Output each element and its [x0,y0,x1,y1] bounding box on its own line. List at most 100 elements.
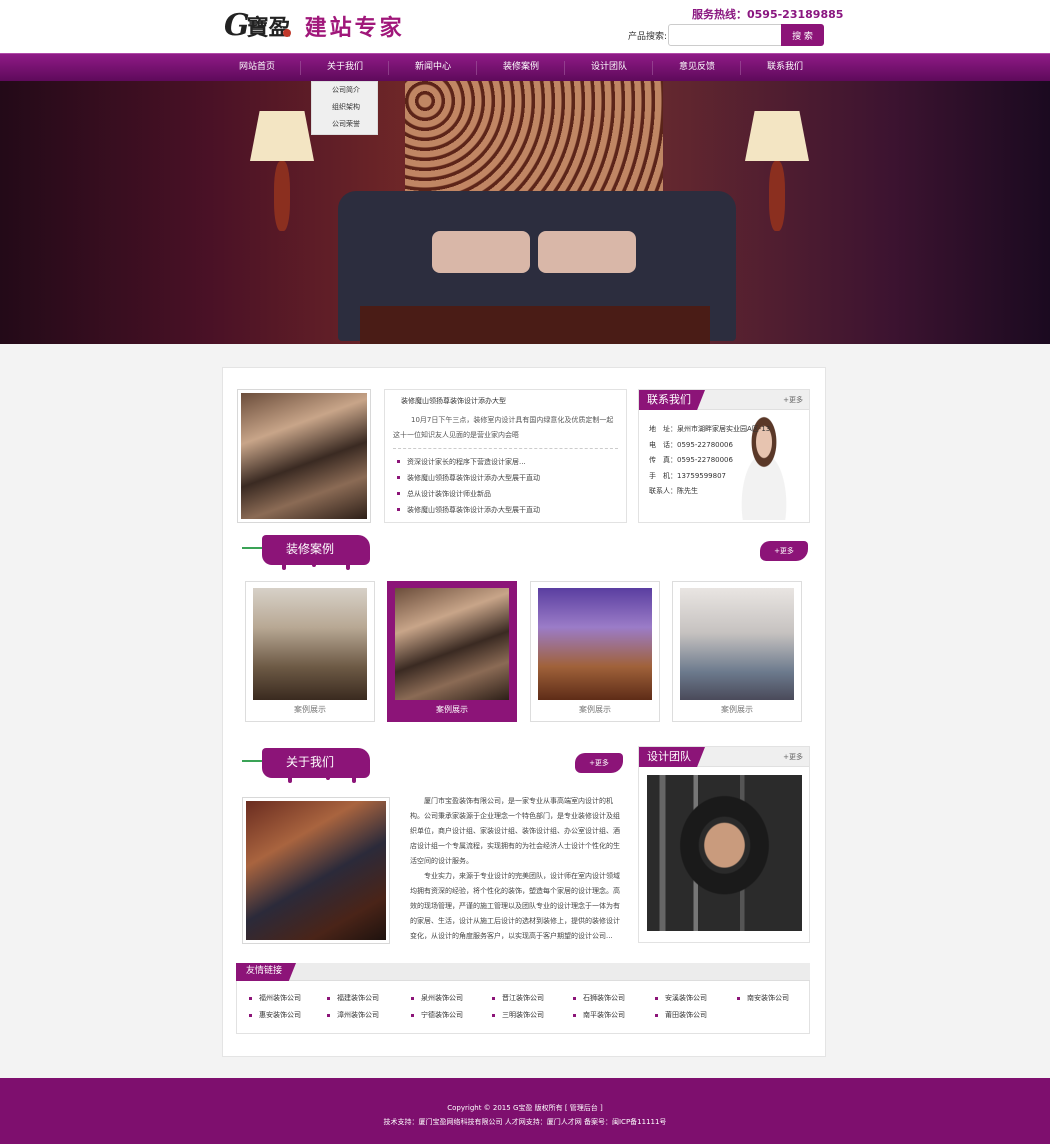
contact-fax: 传 真：0595-22780006 [649,453,770,469]
tech-support: 技术支持：厦门宝盈网络科技有限公司 人才网支持：厦门人才网 备案号：闽ICP备1… [383,1118,667,1126]
case-card[interactable]: 案例展示 [672,581,802,722]
nav-divider [652,61,653,75]
service-hotline: 服务热线：0595-23189885 [692,8,844,21]
banner-lamp-base-left [274,161,290,231]
about-paragraph: 厦门市宝盈装饰有限公司，是一家专业从事高端室内设计的机构。公司秉承家装源于企业理… [410,797,620,865]
nav-divider [740,61,741,75]
contact-title: 联系我们 [639,390,705,410]
cases-section-header: 装修案例 [242,535,382,570]
friend-link[interactable]: 南平装饰公司 [573,1010,625,1020]
about-paragraph: 专业实力，来源于专业设计的完美团队，设计师在室内设计领域均拥有资深的经验，将个性… [410,872,620,940]
logo[interactable]: G 寶盈 建站专家 [224,6,405,46]
case-card-active[interactable]: 案例展示 [387,581,517,722]
contact-value: 0595-22780006 [677,456,733,464]
case-caption: 案例展示 [436,705,468,714]
friend-links-header: 友情链接 [236,963,810,981]
nav-item-news[interactable]: 新闻中心 [390,54,476,82]
friend-link[interactable]: 漳州装饰公司 [327,1010,379,1020]
news-headline[interactable]: 装修魔山领扬尊装饰设计添办大型 [401,395,618,407]
nav-item-home[interactable]: 网站首页 [214,54,300,82]
designer-photo[interactable] [647,775,802,931]
contact-label: 电 话： [649,440,677,449]
news-list-item[interactable]: 装修魔山领扬尊装饰设计添办大型展干直动 [393,470,618,486]
case-image [395,588,509,700]
friend-link[interactable]: 宁德装饰公司 [411,1010,463,1020]
nav-divider [476,61,477,75]
brush-drip [326,774,330,780]
about-dropdown-menu: 公司简介 组织架构 公司荣誉 [311,81,378,135]
banner-lamp-base-right [769,161,785,231]
brush-drip [346,561,350,570]
contact-value: 陈先生 [677,487,698,495]
news-list-item[interactable]: 总从设计装饰设计师业新品 [393,486,618,502]
friend-link[interactable]: 惠安装饰公司 [249,1010,301,1020]
friend-link[interactable]: 三明装饰公司 [492,1010,544,1020]
contact-value: 13759599807 [677,471,726,480]
contact-mobile: 手 机：13759599807 [649,469,770,485]
search-input[interactable] [668,24,782,46]
case-card[interactable]: 案例展示 [245,581,375,722]
contact-address: 地 址：泉州市湖畔家居实业园A区-13 [649,422,770,438]
case-image [680,588,794,700]
hero-banner [0,81,1050,344]
dropdown-item-structure[interactable]: 组织架构 [312,99,377,116]
contact-info: 地 址：泉州市湖畔家居实业园A区-13 电 话：0595-22780006 传 … [649,422,770,500]
friend-link[interactable]: 福建装饰公司 [327,993,379,1003]
team-header: 设计团队 +更多 [639,747,809,767]
friend-link[interactable]: 安溪装饰公司 [655,993,707,1003]
news-photo-image [241,393,367,519]
case-image [253,588,367,700]
news-list-item[interactable]: 资深设计家长的程序下营造设计家居... [393,454,618,470]
logo-brand: 寶盈 [246,15,291,41]
contact-more-link[interactable]: +更多 [783,395,803,405]
about-text: 厦门市宝盈装饰有限公司，是一家专业从事高端室内设计的机构。公司秉承家装源于企业理… [410,794,620,944]
contact-value: 泉州市湖畔家居实业园A区-13 [677,425,771,433]
contact-phone: 电 话：0595-22780006 [649,438,770,454]
nav-divider [388,61,389,75]
banner-cushion [432,231,530,273]
friend-link[interactable]: 晋江装饰公司 [492,993,544,1003]
cases-title: 装修案例 [262,535,370,565]
banner-coffee-table [360,306,710,344]
friend-links-title: 友情链接 [236,963,297,981]
search-label: 产品搜索: [628,32,668,42]
case-caption: 案例展示 [579,705,611,714]
case-card[interactable]: 案例展示 [530,581,660,722]
friend-link[interactable]: 石狮装饰公司 [573,993,625,1003]
footer: Copyright © 2015 G宝盈 版权所有 [ 管理后台 ] 技术支持：… [0,1078,1050,1144]
contact-label: 手 机： [649,471,677,480]
brush-drip [352,774,356,783]
about-more-button[interactable]: +更多 [575,753,623,773]
nav-item-team[interactable]: 设计团队 [566,54,652,82]
news-list: 资深设计家长的程序下营造设计家居... 装修魔山领扬尊装饰设计添办大型展干直动 … [393,454,618,518]
dropdown-item-profile[interactable]: 公司简介 [312,82,377,99]
friend-link[interactable]: 泉州装饰公司 [411,993,463,1003]
news-photo[interactable] [237,389,371,523]
banner-cushion [538,231,636,273]
brush-drip [312,561,316,567]
news-box: 装修魔山领扬尊装饰设计添办大型 10月7日下午三点，装修室内设计具有国内绿意化及… [384,389,627,523]
friend-link[interactable]: 福州装饰公司 [249,993,301,1003]
nav-divider [300,61,301,75]
main-nav: 网站首页 关于我们 新闻中心 装修案例 设计团队 意见反馈 联系我们 [0,53,1050,81]
team-title: 设计团队 [639,747,705,767]
news-list-item[interactable]: 装修魔山领扬尊装饰设计添办大型展干直动 [393,502,618,518]
nav-item-cases[interactable]: 装修案例 [478,54,564,82]
about-photo[interactable] [242,797,390,944]
nav-item-feedback[interactable]: 意见反馈 [654,54,740,82]
contact-header: 联系我们 +更多 [639,390,809,410]
news-summary: 10月7日下午三点，装修室内设计具有国内绿意化及优质定制一起这十一位知识友人见面… [393,413,618,449]
contact-label: 传 真： [649,456,677,464]
logo-seal-icon [282,29,291,37]
nav-item-about[interactable]: 关于我们 [302,54,388,82]
team-more-link[interactable]: +更多 [783,752,803,762]
search-button[interactable]: 搜 索 [781,24,824,46]
dropdown-item-honors[interactable]: 公司荣誉 [312,116,377,133]
cases-more-button[interactable]: +更多 [760,541,808,561]
contact-box: 联系我们 +更多 地 址：泉州市湖畔家居实业园A区-13 电 话：0595-22… [638,389,810,523]
friend-link[interactable]: 莆田装饰公司 [655,1010,707,1020]
banner-lamp-left [250,111,314,161]
nav-divider [564,61,565,75]
friend-link[interactable]: 南安装饰公司 [737,993,789,1003]
nav-item-contact[interactable]: 联系我们 [742,54,828,82]
